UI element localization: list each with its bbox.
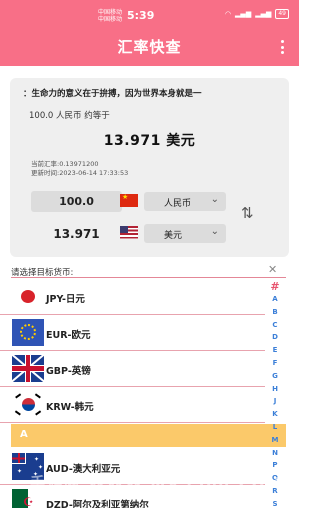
- status-bar: 中国移动 中国移动 5:39 ◠ ▂▄▆ ▂▄▆ 49: [0, 0, 299, 27]
- from-currency-select[interactable]: 人民币 ⌄: [144, 192, 226, 211]
- rate-info: 当前汇率:0.13971200 更新时间:2023-06-14 17:33:53: [31, 160, 128, 178]
- from-currency-label: 人民币: [164, 199, 192, 209]
- swap-currencies-button[interactable]: ⇅: [241, 204, 254, 222]
- to-currency-select[interactable]: 美元 ⌄: [144, 224, 226, 243]
- currency-item-krw[interactable]: KRW-韩元: [0, 387, 265, 423]
- current-rate: 当前汇率:0.13971200: [31, 160, 99, 168]
- currency-label: JPY-日元: [46, 294, 85, 305]
- china-flag-icon: ★: [120, 194, 138, 207]
- section-header-a: A: [11, 424, 286, 447]
- korea-flag-icon: [12, 391, 44, 418]
- status-time: 5:39: [127, 9, 155, 22]
- base-amount-text: 100.0 人民币 约等于: [29, 111, 110, 121]
- signal-icon-2: ▂▄▆: [255, 10, 272, 18]
- index-letter[interactable]: B: [264, 306, 286, 319]
- more-options-button[interactable]: [279, 40, 285, 54]
- to-currency-label: 美元: [164, 231, 183, 241]
- status-icons: ◠ ▂▄▆ ▂▄▆ 49: [225, 9, 289, 19]
- index-letter[interactable]: F: [264, 357, 286, 370]
- close-picker-button[interactable]: ✕: [268, 263, 277, 276]
- index-letter[interactable]: A: [264, 293, 286, 306]
- carrier-2: 中国移动: [98, 16, 123, 23]
- index-letter[interactable]: L: [264, 421, 286, 434]
- index-letter[interactable]: H: [264, 383, 286, 396]
- chevron-down-icon: ⌄: [210, 194, 219, 205]
- currency-item-gbp[interactable]: GBP-英镑: [0, 351, 265, 387]
- index-letter[interactable]: C: [264, 319, 286, 332]
- carrier-info: 中国移动 中国移动: [98, 9, 122, 23]
- more-dot: [280, 51, 284, 54]
- marquee-quote: ：生命力的意义在于拚搏，因为世界本身就是一: [23, 89, 202, 99]
- index-letter[interactable]: E: [264, 344, 286, 357]
- index-letter[interactable]: G: [264, 370, 286, 383]
- currency-label: EUR-欧元: [46, 330, 91, 341]
- index-letter[interactable]: K: [264, 408, 286, 421]
- us-flag-icon: [120, 226, 138, 239]
- index-letter[interactable]: #: [264, 280, 286, 293]
- currency-label: DZD-阿尔及利亚第纳尔: [46, 500, 149, 508]
- chevron-down-icon: ⌄: [210, 226, 219, 237]
- signal-icon: ▂▄▆: [235, 10, 252, 18]
- eu-flag-icon: [12, 319, 44, 346]
- section-letter: A: [20, 429, 28, 440]
- battery-icon: 49: [275, 9, 289, 19]
- index-letter[interactable]: J: [264, 395, 286, 408]
- currency-label: KRW-韩元: [46, 402, 94, 413]
- index-letter[interactable]: S: [264, 498, 286, 508]
- japan-flag-icon: [12, 283, 44, 310]
- converter-card: ：生命力的意义在于拚搏，因为世界本身就是一 100.0 人民币 约等于 13.9…: [10, 78, 289, 257]
- more-dot: [280, 40, 284, 43]
- from-amount-input[interactable]: 100.0: [31, 191, 122, 212]
- currency-item-jpy[interactable]: JPY-日元: [0, 279, 265, 315]
- to-amount-value: 13.971: [53, 227, 100, 241]
- app-bar: 汇率快查: [0, 27, 299, 66]
- uk-flag-icon: [12, 355, 44, 382]
- conversion-result: 13.971 美元: [103, 133, 196, 149]
- index-letter[interactable]: M: [264, 434, 286, 447]
- more-dot: [280, 45, 284, 49]
- divider: [11, 277, 286, 278]
- index-letter[interactable]: P: [264, 459, 286, 472]
- currency-item-eur[interactable]: EUR-欧元: [0, 315, 265, 351]
- app-title: 汇率快查: [117, 38, 182, 56]
- carrier-1: 中国移动: [98, 9, 123, 16]
- watermark: 手游网 WWW.MXS568.COM: [30, 474, 284, 492]
- index-letter[interactable]: N: [264, 447, 286, 460]
- currency-label: GBP-英镑: [46, 366, 91, 377]
- wifi-icon: ◠: [224, 10, 232, 18]
- index-letter[interactable]: D: [264, 331, 286, 344]
- update-time: 更新时间:2023-06-14 17:33:53: [31, 169, 129, 177]
